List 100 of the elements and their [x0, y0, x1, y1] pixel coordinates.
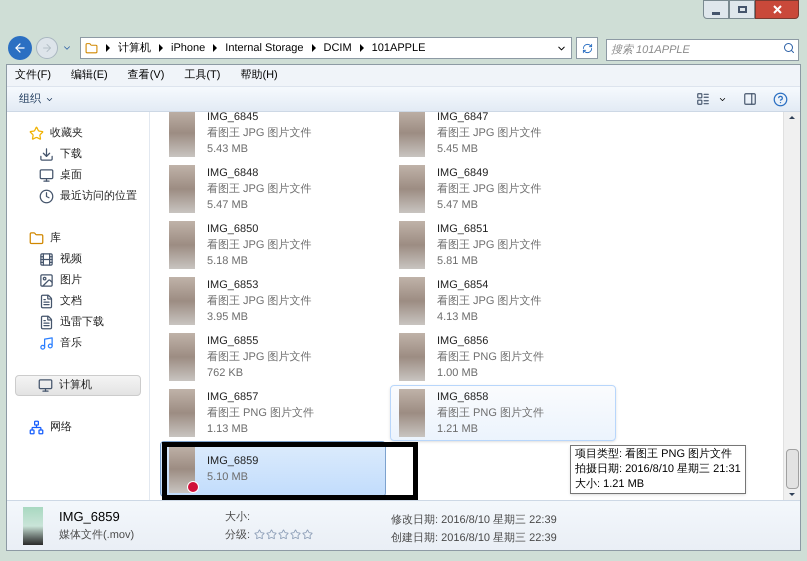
- maximize-button[interactable]: [729, 0, 755, 19]
- breadcrumb-item[interactable]: 计算机: [118, 40, 151, 56]
- file-name: IMG_6858: [437, 390, 490, 405]
- file-type: 看图王 PNG 图片文件: [207, 406, 314, 421]
- menu-item[interactable]: 查看(V): [128, 67, 164, 84]
- sidebar-item[interactable]: 桌面: [7, 165, 149, 186]
- sidebar-item[interactable]: 音乐: [7, 333, 149, 354]
- photo-placeholder: [169, 165, 195, 213]
- file-item[interactable]: IMG_6856 看图王 PNG 图片文件 1.00 MB: [390, 329, 616, 385]
- file-name: IMG_6857: [207, 390, 260, 405]
- film-icon: [39, 252, 54, 267]
- file-type: 看图王 JPG 图片文件: [437, 238, 542, 253]
- minimize-icon: [712, 12, 720, 15]
- scroll-thumb[interactable]: [786, 449, 798, 489]
- file-size: 5.43 MB: [207, 142, 249, 157]
- back-button[interactable]: [8, 36, 32, 60]
- photo-placeholder: [169, 112, 195, 157]
- photo-placeholder: [399, 277, 425, 325]
- view-list-icon: [696, 92, 710, 106]
- photo-placeholder: [399, 221, 425, 269]
- file-item[interactable]: IMG_6853 看图王 JPG 图片文件 3.95 MB: [160, 273, 386, 329]
- sidebar-item[interactable]: 收藏夹: [7, 123, 149, 144]
- file-type: 看图王 JPG 图片文件: [437, 126, 542, 141]
- address-bar[interactable]: 计算机 iPhone Internal Storage DCIM 101APPLE: [80, 37, 572, 59]
- scroll-down-icon: [789, 493, 795, 496]
- file-item[interactable]: IMG_6845 看图王 JPG 图片文件 5.43 MB: [160, 112, 386, 161]
- help-icon: [773, 92, 788, 106]
- folder-icon: [85, 42, 98, 54]
- file-name: IMG_6850: [207, 222, 260, 237]
- file-size: 1.21 MB: [437, 422, 479, 437]
- maximize-icon: [738, 6, 746, 13]
- sidebar-item[interactable]: 图片: [7, 270, 149, 291]
- sidebar-item[interactable]: 库: [7, 228, 149, 249]
- photo-placeholder: [23, 506, 43, 544]
- menu-item[interactable]: 文件(F): [15, 67, 52, 84]
- sidebar-item[interactable]: 下载: [7, 144, 149, 165]
- file-size: 3.95 MB: [207, 310, 249, 325]
- view-options-button[interactable]: [696, 92, 727, 106]
- sidebar-item[interactable]: 计算机: [15, 375, 141, 396]
- breadcrumb-item[interactable]: iPhone: [171, 40, 206, 56]
- tooltip: 项目类型: 看图王 PNG 图片文件 拍摄日期: 2016/8/10 星期三 21:31 大小: 1.21 MB: [570, 445, 746, 494]
- photo-placeholder: [399, 389, 425, 437]
- photo-placeholder: [399, 165, 425, 213]
- menu-item[interactable]: 帮助(H): [240, 67, 278, 84]
- preview-pane-button[interactable]: [743, 92, 757, 106]
- minimize-button[interactable]: [703, 0, 729, 19]
- file-name: IMG_6848: [207, 166, 260, 181]
- scrollbar[interactable]: [783, 112, 800, 500]
- file-item[interactable]: IMG_6849 看图王 JPG 图片文件 5.47 MB: [390, 161, 616, 217]
- search-field[interactable]: 搜索 101APPLE: [606, 39, 799, 61]
- file-size: 1.13 MB: [207, 422, 249, 437]
- breadcrumb-item[interactable]: 101APPLE: [372, 40, 426, 56]
- sidebar-item[interactable]: 网络: [7, 417, 149, 438]
- star-icon[interactable]: [278, 529, 290, 540]
- chevron-icon: [213, 44, 218, 52]
- file-item[interactable]: IMG_6855 看图王 JPG 图片文件 762 KB: [160, 329, 386, 385]
- file-size: 1.00 MB: [437, 366, 479, 381]
- file-type: 看图王 JPG 图片文件: [207, 294, 312, 309]
- chevron-icon: [106, 44, 110, 52]
- breadcrumb-item[interactable]: DCIM: [324, 40, 352, 56]
- file-item[interactable]: IMG_6850 看图王 JPG 图片文件 5.18 MB: [160, 217, 386, 273]
- file-type: 看图王 JPG 图片文件: [207, 238, 312, 253]
- sidebar-item[interactable]: 迅雷下载: [7, 312, 149, 333]
- star-icon[interactable]: [302, 529, 314, 540]
- file-size: 5.10 MB: [207, 470, 249, 485]
- file-name: IMG_6856: [437, 334, 490, 349]
- photo-placeholder: [169, 389, 195, 437]
- file-item[interactable]: IMG_6851 看图王 JPG 图片文件 5.81 MB: [390, 217, 616, 273]
- file-name: IMG_6849: [437, 166, 490, 181]
- file-type: 看图王 PNG 图片文件: [437, 350, 544, 365]
- file-item[interactable]: IMG_6848 看图王 JPG 图片文件 5.47 MB: [160, 161, 386, 217]
- details-name: IMG_6859: [59, 508, 121, 526]
- help-button[interactable]: [773, 92, 788, 106]
- file-size: 5.47 MB: [437, 198, 479, 213]
- organize-button[interactable]: 组织: [19, 90, 54, 108]
- file-item[interactable]: IMG_6858 看图王 PNG 图片文件 1.21 MB: [390, 385, 616, 441]
- star-icon[interactable]: [254, 529, 266, 540]
- file-item[interactable]: IMG_6854 看图王 JPG 图片文件 4.13 MB: [390, 273, 616, 329]
- close-button[interactable]: [755, 0, 799, 19]
- star-icon[interactable]: [266, 529, 278, 540]
- menu-item[interactable]: 工具(T): [184, 67, 220, 84]
- refresh-button[interactable]: [576, 37, 598, 59]
- file-item[interactable]: IMG_6847 看图王 JPG 图片文件 5.45 MB: [390, 112, 616, 161]
- star-rating[interactable]: [254, 529, 314, 540]
- file-name: IMG_6854: [437, 278, 490, 293]
- created-date: 创建日期: 2016/8/10 星期三 22:39: [391, 530, 557, 546]
- photo-placeholder: [169, 277, 195, 325]
- modified-date: 修改日期: 2016/8/10 星期三 22:39: [391, 512, 557, 528]
- preview-pane-icon: [743, 92, 757, 106]
- sidebar-item[interactable]: 文档: [7, 291, 149, 312]
- file-size: 762 KB: [207, 366, 244, 381]
- breadcrumb-item[interactable]: Internal Storage: [225, 40, 304, 56]
- sidebar-item[interactable]: 视频: [7, 249, 149, 270]
- file-type: 看图王 JPG 图片文件: [207, 350, 312, 365]
- folder-icon: [29, 231, 44, 246]
- sidebar-item[interactable]: 最近访问的位置: [7, 186, 149, 207]
- file-item[interactable]: IMG_6857 看图王 PNG 图片文件 1.13 MB: [160, 385, 386, 441]
- star-icon[interactable]: [290, 529, 302, 540]
- clock-icon: [39, 189, 54, 204]
- menu-item[interactable]: 编辑(E): [71, 67, 108, 84]
